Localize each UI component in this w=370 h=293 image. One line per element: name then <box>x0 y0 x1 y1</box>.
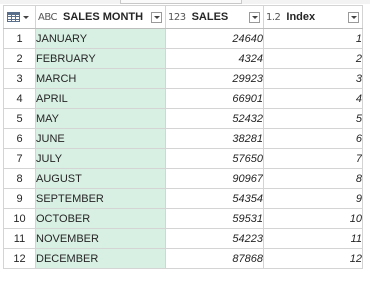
table-row[interactable]: 8 AUGUST 90967 8 <box>3 168 363 189</box>
table-row[interactable]: 10 OCTOBER 59531 10 <box>3 208 363 229</box>
row-number[interactable]: 9 <box>3 188 36 209</box>
decimal-type-icon[interactable]: 1.2 <box>266 12 281 23</box>
column-header-label: Index <box>286 11 316 23</box>
cell-index[interactable]: 9 <box>263 188 363 209</box>
data-grid: ABC SALES MONTH 123 SALES 1.2 Index 1 JA… <box>3 5 363 269</box>
top-strip <box>0 0 370 4</box>
filter-dropdown-button[interactable] <box>348 11 359 23</box>
cell-sales[interactable]: 59531 <box>165 208 264 229</box>
row-number[interactable]: 1 <box>3 28 36 49</box>
cell-index[interactable]: 7 <box>263 148 363 169</box>
cell-index[interactable]: 12 <box>263 248 363 269</box>
cell-index[interactable]: 1 <box>263 28 363 49</box>
cell-sales-month[interactable]: JANUARY <box>35 28 166 49</box>
row-number[interactable]: 5 <box>3 108 36 129</box>
cell-sales[interactable]: 54354 <box>165 188 264 209</box>
cell-sales-month[interactable]: SEPTEMBER <box>35 188 166 209</box>
cell-sales-month[interactable]: FEBRUARY <box>35 48 166 69</box>
cell-sales[interactable]: 4324 <box>165 48 264 69</box>
cell-index[interactable]: 4 <box>263 88 363 109</box>
table-row[interactable]: 9 SEPTEMBER 54354 9 <box>3 188 363 209</box>
row-number[interactable]: 6 <box>3 128 36 149</box>
column-header-sales[interactable]: 123 SALES <box>165 5 264 29</box>
row-number[interactable]: 10 <box>3 208 36 229</box>
cell-sales[interactable]: 57650 <box>165 148 264 169</box>
table-row[interactable]: 3 MARCH 29923 3 <box>3 68 363 89</box>
cell-index[interactable]: 6 <box>263 128 363 149</box>
row-number[interactable]: 7 <box>3 148 36 169</box>
cell-sales[interactable]: 24640 <box>165 28 264 49</box>
row-number[interactable]: 11 <box>3 228 36 249</box>
cell-index[interactable]: 5 <box>263 108 363 129</box>
cell-sales[interactable]: 38281 <box>165 128 264 149</box>
table-row[interactable]: 1 JANUARY 24640 1 <box>3 28 363 49</box>
table-menu-button[interactable] <box>3 5 36 29</box>
table-row[interactable]: 11 NOVEMBER 54223 11 <box>3 228 363 249</box>
text-type-icon[interactable]: ABC <box>38 12 58 23</box>
cell-sales[interactable]: 90967 <box>165 168 264 189</box>
filter-dropdown-button[interactable] <box>151 11 162 23</box>
cell-sales-month[interactable]: DECEMBER <box>35 248 166 269</box>
table-row[interactable]: 4 APRIL 66901 4 <box>3 88 363 109</box>
column-header-index[interactable]: 1.2 Index <box>263 5 363 29</box>
chevron-down-icon <box>153 16 160 19</box>
table-row[interactable]: 7 JULY 57650 7 <box>3 148 363 169</box>
cell-sales-month[interactable]: MARCH <box>35 68 166 89</box>
row-number[interactable]: 8 <box>3 168 36 189</box>
cell-sales-month[interactable]: APRIL <box>35 88 166 109</box>
cell-index[interactable]: 2 <box>263 48 363 69</box>
row-number[interactable]: 4 <box>3 88 36 109</box>
cell-index[interactable]: 8 <box>263 168 363 189</box>
cell-index[interactable]: 11 <box>263 228 363 249</box>
table-icon <box>7 12 20 22</box>
cell-sales[interactable]: 66901 <box>165 88 264 109</box>
cell-index[interactable]: 3 <box>263 68 363 89</box>
table-row[interactable]: 12 DECEMBER 87868 12 <box>3 248 363 269</box>
table-row[interactable]: 5 MAY 52432 5 <box>3 108 363 129</box>
chevron-down-icon <box>23 15 29 19</box>
whole-number-type-icon[interactable]: 123 <box>168 12 186 23</box>
cell-sales-month[interactable]: OCTOBER <box>35 208 166 229</box>
row-number[interactable]: 12 <box>3 248 36 269</box>
cell-sales[interactable]: 87868 <box>165 248 264 269</box>
cell-index[interactable]: 10 <box>263 208 363 229</box>
table-row[interactable]: 6 JUNE 38281 6 <box>3 128 363 149</box>
table-row[interactable]: 2 FEBRUARY 4324 2 <box>3 48 363 69</box>
header-row: ABC SALES MONTH 123 SALES 1.2 Index <box>3 5 363 29</box>
cell-sales[interactable]: 29923 <box>165 68 264 89</box>
cell-sales-month[interactable]: JUNE <box>35 128 166 149</box>
cell-sales[interactable]: 54223 <box>165 228 264 249</box>
filter-dropdown-button[interactable] <box>249 11 260 23</box>
cell-sales-month[interactable]: JULY <box>35 148 166 169</box>
row-number[interactable]: 3 <box>3 68 36 89</box>
cell-sales-month[interactable]: AUGUST <box>35 168 166 189</box>
row-number[interactable]: 2 <box>3 48 36 69</box>
column-header-label: SALES <box>191 11 229 23</box>
tab-edge <box>120 0 242 4</box>
cell-sales-month[interactable]: MAY <box>35 108 166 129</box>
column-header-sales-month[interactable]: ABC SALES MONTH <box>35 5 166 29</box>
column-header-label: SALES MONTH <box>63 11 144 23</box>
chevron-down-icon <box>251 16 258 19</box>
cell-sales-month[interactable]: NOVEMBER <box>35 228 166 249</box>
chevron-down-icon <box>350 16 357 19</box>
cell-sales[interactable]: 52432 <box>165 108 264 129</box>
